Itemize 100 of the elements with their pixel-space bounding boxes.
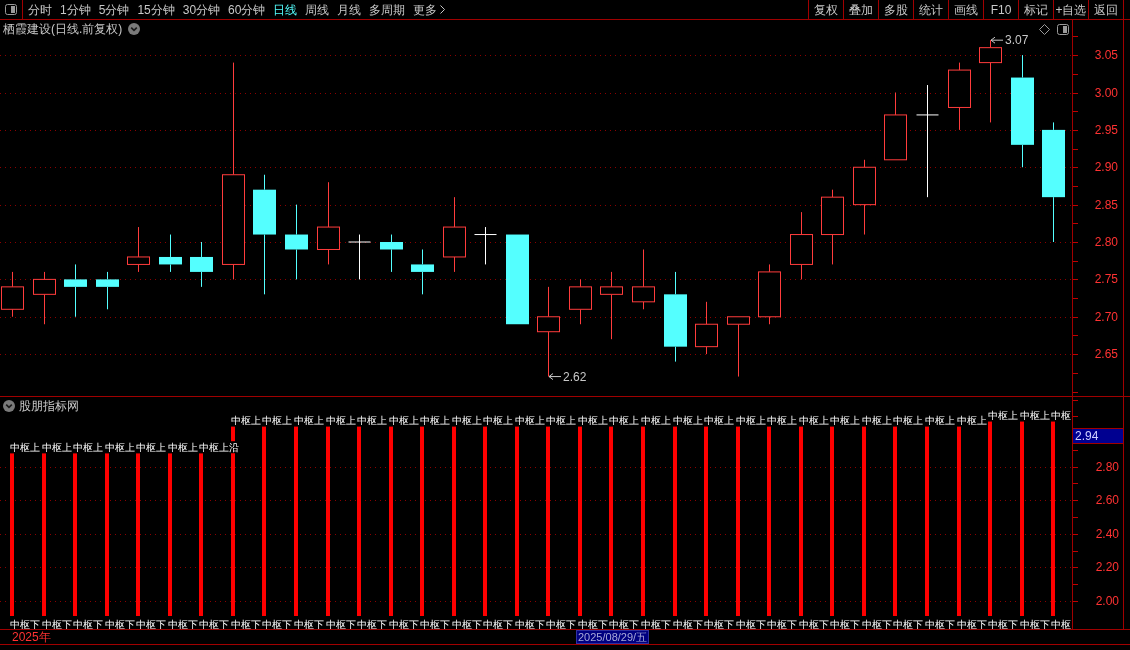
band-top-label: 中枢上 (105, 442, 135, 454)
period-tab[interactable]: 30分钟 (182, 0, 221, 19)
band-top-label: 中枢上 (957, 415, 987, 427)
band-top-label: 中枢上 (862, 415, 892, 427)
band-top-label: 中枢上 (609, 415, 639, 427)
band-bottom-label: 中枢下 (452, 619, 482, 629)
cursor-date-label: 2025/08/29/五 (576, 630, 650, 644)
band-top-label: 中枢上 (830, 415, 860, 427)
period-tab[interactable]: 多周期 (369, 0, 406, 19)
band-bottom-label: 中枢下 (799, 619, 829, 629)
axis-label: 2.80 (1094, 235, 1118, 249)
chevron-right-icon (440, 5, 446, 14)
period-tab[interactable]: 15分钟 (137, 0, 175, 19)
band-bottom-label: 中枢下 (42, 619, 72, 629)
candlestick (159, 234, 182, 273)
band-bottom-label: 中枢下 (105, 619, 135, 629)
period-tab[interactable]: 周线 (305, 0, 330, 19)
candlestick (33, 271, 56, 325)
band-top-label: 中枢上 (136, 442, 166, 454)
band-bottom-label: 中枢下 (73, 619, 103, 629)
candlestick (758, 263, 781, 325)
band-bottom-label: 中枢下 (704, 619, 734, 629)
axis-label: 2.65 (1094, 347, 1118, 362)
band-bottom-label: 中枢 (1051, 619, 1071, 629)
band-bottom-label: 中枢下 (546, 619, 576, 629)
band-bottom-label: 中枢下 (1020, 619, 1050, 629)
candlestick (632, 249, 655, 310)
toolbar-button[interactable]: 返回 (1088, 0, 1123, 19)
band-top-label: 中枢上 (420, 415, 450, 427)
band-top-label: 中枢上 (736, 415, 766, 427)
panel-dropdown-button[interactable] (3, 400, 15, 412)
band-bottom-label: 中枢下 (862, 619, 892, 629)
band-bottom-label: 中枢下 (641, 619, 671, 629)
candlestick (64, 263, 87, 318)
band-top-label: 中枢上 (10, 442, 40, 454)
toolbar-button[interactable]: 叠加 (843, 0, 878, 19)
band-top-label: 中枢上 (262, 415, 292, 427)
arrow-left-icon (548, 373, 562, 381)
candlestick (190, 241, 213, 288)
period-tab[interactable]: 60分钟 (228, 0, 266, 19)
period-tab[interactable]: 分时 (28, 0, 52, 19)
candlestick (695, 301, 718, 355)
band-bottom-label: 中枢下 (893, 619, 923, 629)
diamond-icon[interactable] (1039, 24, 1050, 35)
toolbar-button[interactable]: 标记 (1018, 0, 1053, 19)
axis-label: 2.00 (1095, 593, 1119, 608)
chevron-down-icon (128, 23, 141, 35)
axis-label: 2.90 (1094, 160, 1118, 175)
axis-label: 2.40 (1095, 526, 1119, 541)
candlestick (948, 62, 971, 131)
band-bottom-label: 中枢下 (136, 619, 166, 629)
band-bottom-label: 中枢下 (578, 619, 608, 629)
band-top-label: 中枢上 (73, 442, 103, 454)
band-bottom-label: 中枢下 (389, 619, 419, 629)
chart-title: 栖霞建设(日线.前复权) (3, 22, 123, 36)
band-bottom-label: 中枢下 (10, 619, 40, 629)
band-bottom-label: 中枢下 (957, 619, 987, 629)
toolbar-button[interactable]: +自选 (1053, 0, 1088, 19)
year-label: 2025年 (12, 630, 51, 644)
toolbar-button[interactable]: F10 (983, 0, 1018, 19)
band-top-label: 中枢上 (893, 415, 923, 427)
band-top-label: 中枢上 (389, 415, 419, 427)
title-dropdown-button[interactable] (128, 23, 141, 35)
toolbar-button[interactable]: 画线 (948, 0, 983, 19)
band-bottom-label: 中枢下 (357, 619, 387, 629)
axis-label: 3.05 (1094, 48, 1118, 63)
period-tab[interactable]: 5分钟 (98, 0, 130, 19)
axis-label: 2.75 (1094, 272, 1118, 287)
more-menu-button[interactable]: 更多 (413, 0, 446, 19)
axis-label: 3.00 (1094, 85, 1118, 100)
arrow-left-icon (990, 36, 1004, 44)
band-top-label: 中枢上 (578, 415, 608, 427)
band-top-label: 中枢上 (799, 415, 829, 427)
toolbar-button[interactable]: 多股 (878, 0, 913, 19)
band-bottom-label: 中枢下 (168, 619, 198, 629)
band-bottom-label: 中枢下 (199, 619, 229, 629)
band-top-label: 中枢上 (767, 415, 797, 427)
band-top-label: 中枢上 (168, 442, 198, 454)
band-bottom-label: 中枢下 (420, 619, 450, 629)
candlestick (474, 226, 497, 265)
panel-toggle-icon (5, 4, 17, 15)
period-tab[interactable]: 月线 (337, 0, 362, 19)
toolbar-button[interactable]: 复权 (808, 0, 843, 19)
band-top-label: 中枢上 (357, 415, 387, 427)
candlestick (569, 278, 592, 325)
band-bottom-label: 中枢下 (231, 619, 261, 629)
candlestick (380, 234, 403, 273)
period-tab[interactable]: 1分钟 (60, 0, 91, 19)
band-bottom-label: 中枢下 (673, 619, 703, 629)
period-tab[interactable]: 日线 (273, 0, 298, 19)
axis-label: 2.20 (1095, 560, 1119, 575)
band-top-label: 中枢上 (988, 410, 1018, 422)
chevron-down-icon (3, 400, 15, 412)
toolbar-button[interactable]: 统计 (913, 0, 948, 19)
candlestick (348, 234, 371, 280)
band-top-label: 中枢上 (452, 415, 482, 427)
band-bottom-label: 中枢下 (515, 619, 545, 629)
current-value-label: 2.94 (1073, 428, 1123, 444)
band-top-label: 中枢上 (704, 415, 734, 427)
band-top-label: 中枢上 (483, 415, 513, 427)
